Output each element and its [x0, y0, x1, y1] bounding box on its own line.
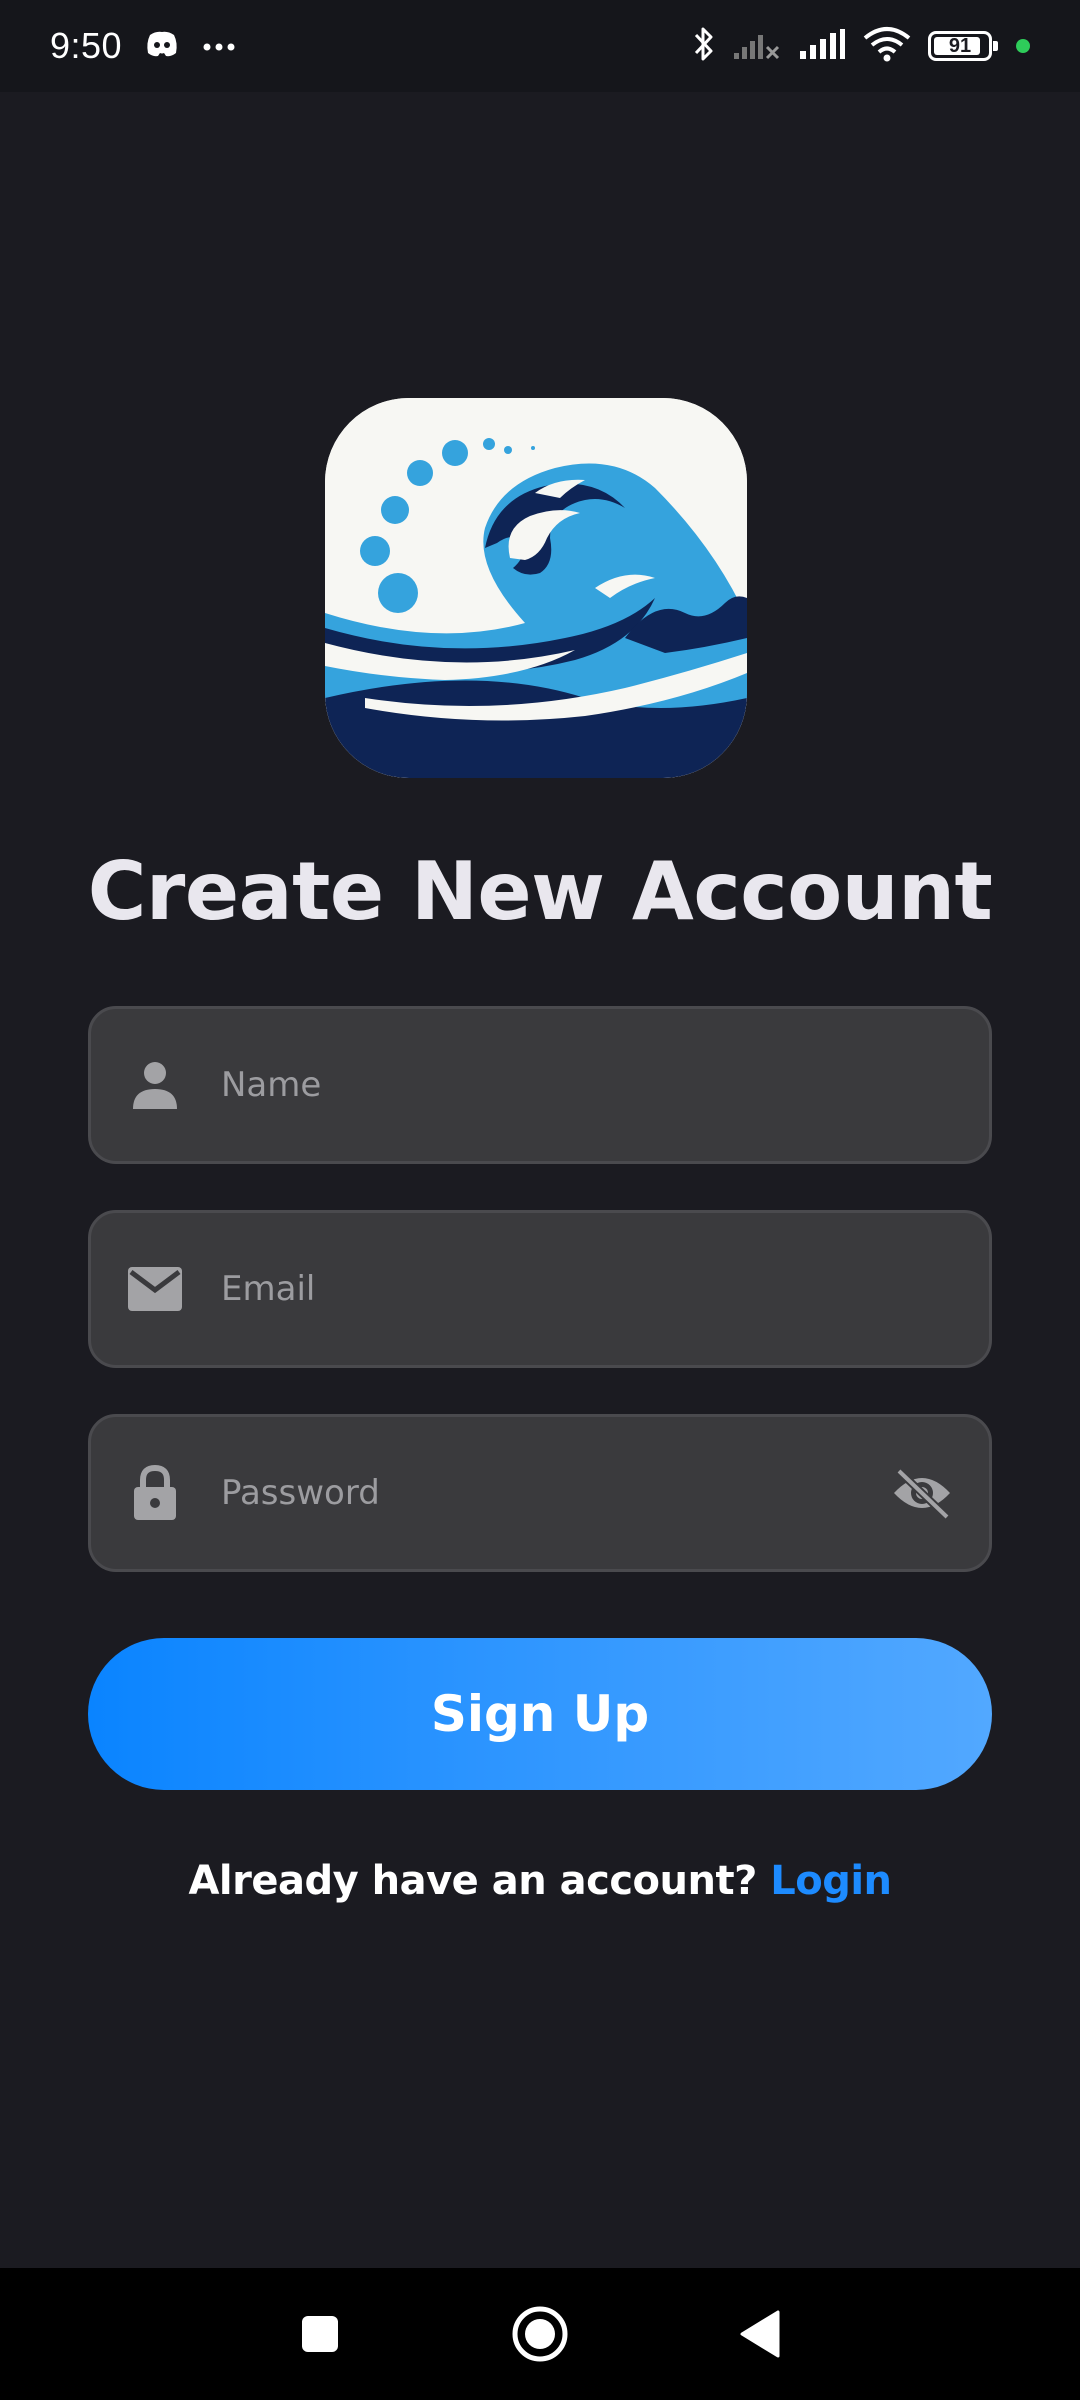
- login-prompt-text: Already have an account?: [188, 1858, 757, 1904]
- privacy-dot-icon: [1016, 39, 1030, 53]
- page-title: Create New Account: [87, 845, 993, 938]
- signal-off-icon: [732, 27, 782, 65]
- name-input[interactable]: [221, 1009, 957, 1161]
- system-nav-bar: [0, 2268, 1080, 2400]
- battery-icon: 91: [928, 31, 998, 61]
- login-link[interactable]: Login: [770, 1858, 892, 1904]
- name-field[interactable]: [88, 1006, 992, 1164]
- email-field[interactable]: [88, 1210, 992, 1368]
- status-left: 9:50: [50, 25, 236, 67]
- battery-tip: [993, 41, 998, 51]
- more-dots-icon: [202, 37, 236, 56]
- person-icon: [127, 1057, 183, 1113]
- signal-icon: [798, 27, 846, 65]
- status-time: 9:50: [50, 25, 123, 66]
- app-logo: [325, 398, 747, 778]
- password-field[interactable]: [88, 1414, 992, 1572]
- discord-icon: [144, 29, 180, 63]
- mail-icon: [127, 1261, 183, 1317]
- eye-off-icon[interactable]: [887, 1458, 957, 1528]
- login-prompt-row: Already have an account? Login: [0, 1858, 1080, 1904]
- back-triangle-icon[interactable]: [725, 2299, 795, 2369]
- wave-logo-icon: [325, 398, 747, 778]
- home-circle-icon[interactable]: [505, 2299, 575, 2369]
- status-right: 91: [692, 25, 1030, 67]
- lock-icon: [127, 1464, 183, 1521]
- password-input[interactable]: [221, 1417, 887, 1569]
- wifi-icon: [862, 26, 912, 66]
- signup-screen: 9:50 91 Create New Account Name Email Si…: [0, 0, 1080, 2400]
- status-bar: 9:50 91: [0, 0, 1080, 92]
- bluetooth-icon: [692, 25, 716, 67]
- battery-level: 91: [948, 34, 972, 57]
- recents-square-icon[interactable]: [285, 2299, 355, 2369]
- signup-button[interactable]: Sign Up: [88, 1638, 992, 1790]
- email-input[interactable]: [221, 1213, 957, 1365]
